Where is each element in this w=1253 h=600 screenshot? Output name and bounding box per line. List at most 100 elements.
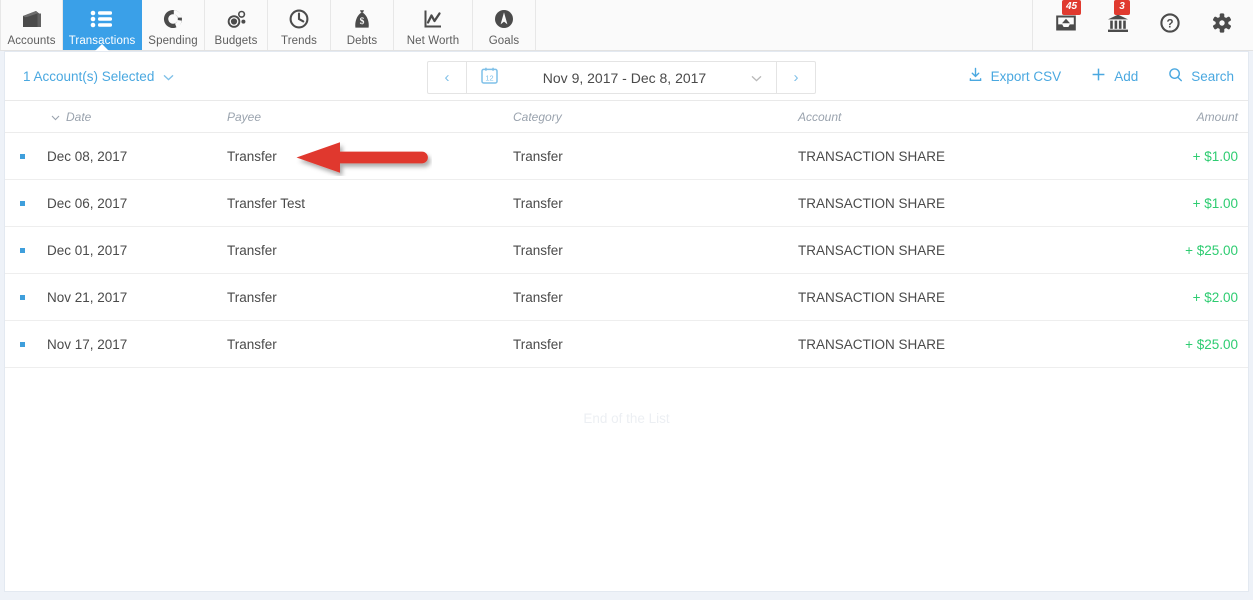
table-row[interactable]: Nov 21, 2017 Transfer Transfer TRANSACTI… bbox=[5, 274, 1248, 321]
help-icon: ? bbox=[1158, 12, 1182, 39]
export-csv-button[interactable]: Export CSV bbox=[968, 67, 1062, 85]
nav-tab-label: Debts bbox=[346, 34, 378, 47]
chevron-right-icon: › bbox=[793, 69, 799, 86]
content-card: 1 Account(s) Selected ‹ 12 Nov 9, 2017 -… bbox=[4, 51, 1249, 592]
account-selector-label: 1 Account(s) Selected bbox=[23, 68, 155, 84]
date-range-prev-button[interactable]: ‹ bbox=[428, 62, 467, 93]
cell-category: Transfer bbox=[513, 336, 563, 352]
transactions-toolbar: 1 Account(s) Selected ‹ 12 Nov 9, 2017 -… bbox=[5, 52, 1248, 101]
nav-tab-label: Spending bbox=[148, 34, 198, 47]
nav-tab-label: Transactions bbox=[68, 34, 136, 47]
inbox-button[interactable]: 45 bbox=[1051, 0, 1082, 40]
row-status-marker bbox=[20, 294, 25, 300]
search-label: Search bbox=[1191, 68, 1234, 84]
wallet-icon bbox=[20, 6, 44, 32]
nav-tab-budgets[interactable]: Budgets bbox=[205, 0, 268, 50]
sort-chevron-down-icon bbox=[51, 110, 60, 124]
cell-account: TRANSACTION SHARE bbox=[798, 195, 946, 211]
nav-tab-spending[interactable]: Spending bbox=[142, 0, 205, 50]
line-chart-icon bbox=[421, 6, 445, 32]
column-header-label: Account bbox=[798, 109, 842, 124]
cell-payee: Transfer Test bbox=[227, 195, 306, 211]
row-status-marker bbox=[20, 200, 25, 206]
row-status-marker bbox=[20, 153, 25, 159]
nav-tab-goals[interactable]: Goals bbox=[473, 0, 536, 50]
app-window: Accounts Transactions Spending Budgets T… bbox=[0, 0, 1253, 600]
account-selector[interactable]: 1 Account(s) Selected bbox=[23, 69, 174, 84]
table-row[interactable]: Dec 06, 2017 Transfer Test Transfer TRAN… bbox=[5, 180, 1248, 227]
nav-tab-list: Accounts Transactions Spending Budgets T… bbox=[0, 0, 536, 50]
transactions-table-body: Dec 08, 2017 Transfer Transfer TRANSACTI… bbox=[5, 133, 1248, 368]
top-navigation: Accounts Transactions Spending Budgets T… bbox=[0, 0, 1253, 51]
column-header-label: Category bbox=[513, 109, 562, 124]
cell-date: Dec 08, 2017 bbox=[47, 148, 128, 164]
cell-account: TRANSACTION SHARE bbox=[798, 289, 946, 305]
cell-amount: + $25.00 bbox=[1185, 242, 1238, 258]
date-range-display[interactable]: 12 Nov 9, 2017 - Dec 8, 2017 bbox=[467, 62, 776, 93]
date-range-picker: ‹ 12 Nov 9, 2017 - Dec 8, 2017 › bbox=[427, 61, 816, 94]
cell-account: TRANSACTION SHARE bbox=[798, 242, 946, 258]
chevron-left-icon: ‹ bbox=[444, 69, 450, 86]
nav-tab-label: Budgets bbox=[214, 34, 258, 47]
column-header-amount[interactable]: Amount bbox=[1197, 110, 1238, 124]
date-range-next-button[interactable]: › bbox=[776, 62, 815, 93]
institution-icon bbox=[1106, 12, 1130, 39]
bubbles-icon bbox=[224, 6, 248, 32]
chevron-down-icon bbox=[751, 69, 762, 87]
calendar-icon: 12 bbox=[481, 67, 498, 89]
svg-text:?: ? bbox=[1166, 18, 1173, 30]
add-transaction-button[interactable]: Add bbox=[1091, 67, 1138, 85]
toolbar-actions: Export CSV Add Search bbox=[968, 67, 1234, 85]
nav-tab-label: Accounts bbox=[7, 34, 56, 47]
column-header-label: Payee bbox=[227, 109, 262, 124]
compass-icon bbox=[492, 6, 516, 32]
column-header-label: Date bbox=[66, 109, 92, 124]
cell-payee: Transfer bbox=[227, 336, 277, 352]
end-of-list-label: End of the List bbox=[583, 411, 670, 426]
nav-tab-label: Goals bbox=[488, 34, 520, 47]
cell-account: TRANSACTION SHARE bbox=[798, 148, 946, 164]
settings-button[interactable] bbox=[1207, 10, 1237, 40]
nav-tab-trends[interactable]: Trends bbox=[268, 0, 331, 50]
money-bag-icon: $ bbox=[350, 6, 374, 32]
table-row[interactable]: Dec 01, 2017 Transfer Transfer TRANSACTI… bbox=[5, 227, 1248, 274]
gear-icon bbox=[1210, 12, 1234, 39]
table-row[interactable]: Nov 17, 2017 Transfer Transfer TRANSACTI… bbox=[5, 321, 1248, 368]
calendar-day-number: 12 bbox=[485, 73, 493, 82]
column-header-date[interactable]: Date bbox=[51, 110, 91, 124]
cell-payee: Transfer bbox=[227, 148, 277, 164]
nav-tab-label: Net Worth bbox=[406, 34, 460, 47]
export-csv-label: Export CSV bbox=[990, 68, 1062, 84]
cell-date: Nov 17, 2017 bbox=[47, 336, 128, 352]
donut-chart-icon bbox=[161, 6, 185, 32]
download-icon bbox=[968, 67, 983, 85]
help-button[interactable]: ? bbox=[1155, 10, 1185, 40]
inbox-icon bbox=[1054, 12, 1078, 39]
cell-payee: Transfer bbox=[227, 242, 277, 258]
institution-badge: 3 bbox=[1114, 0, 1130, 15]
table-row[interactable]: Dec 08, 2017 Transfer Transfer TRANSACTI… bbox=[5, 133, 1248, 180]
row-status-marker bbox=[20, 341, 25, 347]
column-header-account[interactable]: Account bbox=[798, 110, 841, 124]
cell-category: Transfer bbox=[513, 289, 563, 305]
column-header-category[interactable]: Category bbox=[513, 110, 562, 124]
cell-account: TRANSACTION SHARE bbox=[798, 336, 946, 352]
search-button[interactable]: Search bbox=[1168, 67, 1234, 85]
cell-amount: + $25.00 bbox=[1185, 336, 1238, 352]
nav-tab-label: Trends bbox=[281, 34, 317, 47]
svg-text:$: $ bbox=[360, 16, 365, 27]
transactions-table-header: Date Payee Category Account Amount bbox=[5, 101, 1248, 133]
list-icon bbox=[89, 6, 115, 32]
cell-amount: + $1.00 bbox=[1192, 195, 1238, 211]
cell-category: Transfer bbox=[513, 242, 563, 258]
column-header-payee[interactable]: Payee bbox=[227, 110, 261, 124]
cell-date: Nov 21, 2017 bbox=[47, 289, 128, 305]
chevron-down-icon bbox=[163, 69, 174, 84]
nav-tab-debts[interactable]: $ Debts bbox=[331, 0, 394, 50]
institution-button[interactable]: 3 bbox=[1103, 0, 1133, 40]
nav-tab-transactions[interactable]: Transactions bbox=[63, 0, 142, 50]
nav-tab-accounts[interactable]: Accounts bbox=[0, 0, 63, 50]
column-header-label: Amount bbox=[1196, 109, 1238, 124]
nav-tab-net-worth[interactable]: Net Worth bbox=[394, 0, 473, 50]
cell-category: Transfer bbox=[513, 148, 563, 164]
